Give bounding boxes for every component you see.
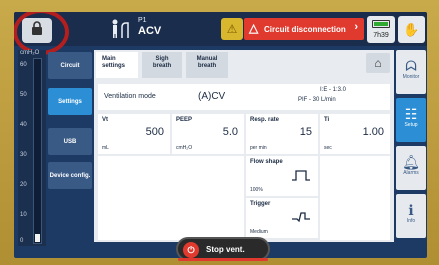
gauge-tick: 60	[20, 62, 27, 68]
trigger-value: Medium	[250, 229, 268, 235]
gauge-fill	[35, 234, 40, 242]
peep-label: PEEP	[176, 117, 193, 123]
gauge-unit: cmH₂O	[20, 50, 40, 56]
gauge-tick: 50	[20, 92, 27, 98]
gauge-tick: 0	[20, 238, 24, 244]
trigger-wave-icon	[292, 210, 310, 228]
ti-label: Ti	[324, 117, 330, 123]
flow-shape-setting[interactable]: Flow shape 100%	[246, 156, 318, 196]
home-button[interactable]: ⌂	[366, 53, 390, 73]
alarm-text: Circuit disconnection	[264, 24, 346, 34]
alarm-banner[interactable]: △ Circuit disconnection ›	[244, 18, 364, 40]
peep-unit: cmH₂O	[176, 145, 193, 151]
resp-rate-unit: per min	[250, 145, 267, 151]
empty-cell	[98, 156, 244, 240]
nav-item-settings[interactable]: Settings	[48, 88, 92, 115]
peep-value: 5.0	[222, 126, 238, 138]
battery-indicator: 7h39	[367, 16, 395, 43]
mode-prefix: P1	[138, 17, 147, 24]
flow-shape-label: Flow shape	[250, 159, 283, 165]
setup-icon: ☷	[404, 106, 418, 122]
top-bar: P1 ACV ⚠ △ Circuit disconnection › 7h39 …	[14, 12, 427, 46]
info-label: Info	[406, 218, 416, 224]
tab-sigh-breath[interactable]: Sigh breath	[142, 52, 182, 78]
ie-ratio: I:E - 1:3.0	[320, 87, 347, 93]
monitor-label: Monitor	[402, 74, 420, 80]
setup-label: Setup	[404, 122, 418, 128]
battery-icon	[372, 20, 390, 28]
vent-mode-label: Ventilation mode	[104, 93, 156, 100]
ventilation-mode: ACV	[138, 25, 162, 37]
warning-icon: ⚠	[221, 18, 243, 40]
stop-vent-button[interactable]: ⏻ Stop vent.	[176, 237, 270, 261]
lock-highlight-circle	[14, 12, 69, 55]
settings-panel: Main settings Sigh breath Manual breath …	[94, 50, 394, 242]
nav-item-device-config[interactable]: Device config.	[48, 162, 92, 189]
vt-label: Vt	[102, 117, 108, 123]
gauge-tick: 20	[20, 182, 27, 188]
alarms-label: Alarms	[403, 170, 419, 176]
pressure-gauge: cmH₂O 60 50 40 30 20 10 0	[18, 50, 46, 246]
peep-setting[interactable]: PEEP 5.0 cmH₂O	[172, 114, 244, 154]
gauge-bar	[33, 58, 42, 244]
patient-type-icon	[110, 19, 132, 44]
bell-icon: 🔔︎	[402, 154, 420, 170]
ti-value: 1.00	[362, 126, 384, 138]
lungs-icon: ᗣ	[405, 58, 417, 74]
nav-item-alarms[interactable]: 🔔︎ Alarms	[396, 146, 426, 190]
nav-item-info[interactable]: ℹ Info	[396, 194, 426, 238]
alarm-triangle-icon: △	[249, 21, 259, 35]
resp-rate-value: 15	[299, 126, 312, 138]
vt-unit: mL	[102, 145, 109, 151]
ti-setting[interactable]: Ti 1.00 sec	[320, 114, 390, 154]
stop-vent-label: Stop vent.	[206, 244, 245, 254]
ventilator-screen: P1 ACV ⚠ △ Circuit disconnection › 7h39 …	[14, 12, 427, 258]
resp-rate-label: Resp. rate	[250, 117, 280, 123]
pif-value: PIF - 30 L/min	[298, 97, 336, 103]
nav-item-usb[interactable]: USB	[48, 128, 92, 155]
square-wave-icon	[292, 168, 310, 186]
trigger-setting[interactable]: Trigger Medium	[246, 198, 318, 238]
nav-item-monitor[interactable]: ᗣ Monitor	[396, 50, 426, 94]
empty-cell	[320, 156, 390, 240]
vent-mode-value: (A)CV	[198, 91, 226, 102]
vt-setting[interactable]: Vt 500 mL	[98, 114, 170, 154]
hand-icon[interactable]: ✋	[398, 16, 425, 43]
tab-main-settings[interactable]: Main settings	[96, 52, 138, 78]
tab-manual-breath[interactable]: Manual breath	[186, 52, 228, 78]
gauge-tick: 40	[20, 122, 27, 128]
resp-rate-setting[interactable]: Resp. rate 15 per min	[246, 114, 318, 154]
flow-shape-value: 100%	[250, 187, 263, 193]
nav-item-setup[interactable]: ☷ Setup	[396, 98, 426, 142]
gauge-tick: 10	[20, 212, 27, 218]
info-icon: ℹ	[408, 202, 414, 218]
home-icon: ⌂	[374, 56, 382, 70]
nav-item-circuit[interactable]: Circuit	[48, 52, 92, 79]
trigger-label: Trigger	[250, 201, 271, 207]
power-icon: ⏻	[183, 242, 199, 258]
ventilation-mode-row[interactable]: Ventilation mode (A)CV I:E - 1:3.0 PIF -…	[98, 84, 390, 110]
vt-value: 500	[145, 126, 164, 138]
ti-unit: sec	[324, 145, 332, 151]
gauge-tick: 30	[20, 152, 27, 158]
battery-time: 7h39	[373, 32, 389, 39]
chevron-right-icon: ›	[354, 21, 358, 33]
